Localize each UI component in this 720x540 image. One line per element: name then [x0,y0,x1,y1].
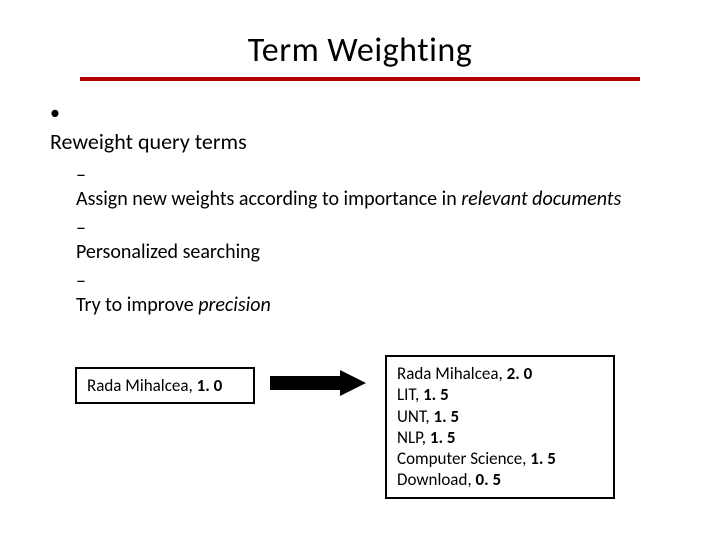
result-row: NLP, 1. 5 [397,427,603,448]
result-term: UNT, [397,406,434,427]
query-weight: 1. 0 [197,375,223,396]
subbullet-1-text: Assign new weights according to importan… [76,187,652,212]
subbullet-2: Personalized searching [76,216,680,265]
title-underline [80,77,640,81]
result-row: Computer Science, 1. 5 [397,448,603,469]
result-weight: 1. 5 [530,448,556,469]
subbullet-2-text: Personalized searching [76,240,652,265]
result-weight: 2. 0 [507,363,533,384]
slide: Term Weighting Reweight query terms Assi… [0,0,720,540]
query-box-after: Rada Mihalcea, 2. 0 LIT, 1. 5 UNT, 1. 5 … [385,355,615,499]
slide-title: Term Weighting [242,30,479,73]
subbullet-3: Try to improve precision [76,269,680,318]
query-term-row: Rada Mihalcea, 1. 0 [87,375,222,396]
result-weight: 1. 5 [434,406,460,427]
result-row: LIT, 1. 5 [397,384,603,405]
arrow-icon [270,370,370,396]
result-row: Rada Mihalcea, 2. 0 [397,363,603,384]
subbullet-1-pre: Assign new weights according to importan… [76,187,461,211]
subbullet-1: Assign new weights according to importan… [76,163,680,212]
result-row: UNT, 1. 5 [397,406,603,427]
result-term: Download, [397,469,475,490]
bullet-main: Reweight query terms Assign new weights … [50,101,680,318]
result-term: Rada Mihalcea, [397,363,507,384]
title-wrap: Term Weighting [40,30,680,73]
subbullet-3-em: precision [198,293,271,317]
result-weight: 1. 5 [430,427,456,448]
result-weight: 0. 5 [475,469,501,490]
result-term: Computer Science, [397,448,530,469]
bullet-main-text: Reweight query terms [50,128,654,155]
bullet-list: Reweight query terms Assign new weights … [40,101,680,318]
result-row: Download, 0. 5 [397,469,603,490]
query-box-before: Rada Mihalcea, 1. 0 [75,367,255,404]
query-term: Rada Mihalcea, [87,375,197,396]
subbullet-3-pre: Try to improve [76,293,198,317]
subbullet-3-text: Try to improve precision [76,293,652,318]
subbullet-1-em: relevant documents [461,187,621,211]
result-term: LIT, [397,384,423,405]
subbullet-list: Assign new weights according to importan… [50,163,680,318]
result-weight: 1. 5 [423,384,449,405]
result-term: NLP, [397,427,430,448]
